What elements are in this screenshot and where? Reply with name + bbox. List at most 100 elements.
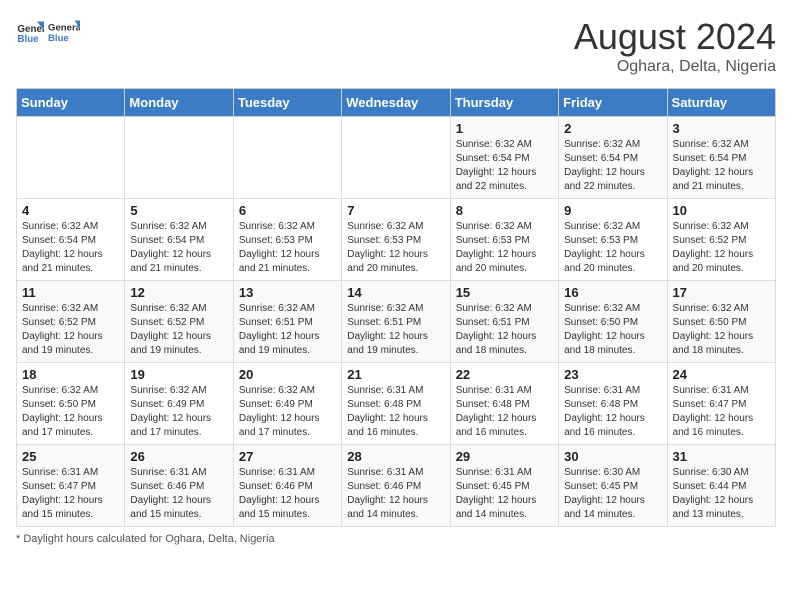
day-info: Sunrise: 6:31 AM Sunset: 6:48 PM Dayligh… bbox=[347, 384, 444, 440]
calendar-week-1: 1Sunrise: 6:32 AM Sunset: 6:54 PM Daylig… bbox=[17, 117, 776, 199]
calendar-cell: 12 Sunrise: 6:32 AM Sunset: 6:52 PM Dayli… bbox=[125, 281, 233, 363]
day-info: Sunrise: 6:32 AM Sunset: 6:54 PM Dayligh… bbox=[22, 220, 119, 276]
calendar-table: Sunday Monday Tuesday Wednesday Thursday… bbox=[16, 88, 776, 527]
day-number: 18 bbox=[22, 367, 119, 382]
calendar-cell: 25Sunrise: 6:31 AM Sunset: 6:47 PM Dayli… bbox=[17, 445, 125, 527]
calendar-cell: 3 Sunrise: 6:32 AM Sunset: 6:54 PM Daylig… bbox=[667, 117, 775, 199]
day-number: 6 bbox=[239, 203, 336, 218]
calendar-week-4: 18Sunrise: 6:32 AM Sunset: 6:50 PM Dayli… bbox=[17, 363, 776, 445]
day-number: 8 bbox=[456, 203, 553, 218]
calendar-cell: 1Sunrise: 6:32 AM Sunset: 6:54 PM Daylig… bbox=[450, 117, 558, 199]
calendar-cell: 20 Sunrise: 6:32 AM Sunset: 6:49 PM Dayli… bbox=[233, 363, 341, 445]
day-number: 9 bbox=[564, 203, 661, 218]
day-number: 7 bbox=[347, 203, 444, 218]
header-saturday: Saturday bbox=[667, 89, 775, 117]
day-number: 20 bbox=[239, 367, 336, 382]
calendar-cell: 21Sunrise: 6:31 AM Sunset: 6:48 PM Dayli… bbox=[342, 363, 450, 445]
logo-bird-icon: General Blue bbox=[48, 16, 80, 48]
day-number: 30 bbox=[564, 449, 661, 464]
calendar-cell: 6 Sunrise: 6:32 AM Sunset: 6:53 PM Daylig… bbox=[233, 199, 341, 281]
day-info: Sunrise: 6:32 AM Sunset: 6:52 PM Dayligh… bbox=[22, 302, 119, 358]
day-info: Sunrise: 6:32 AM Sunset: 6:54 PM Dayligh… bbox=[456, 138, 553, 194]
header-monday: Monday bbox=[125, 89, 233, 117]
calendar-cell: 23 Sunrise: 6:31 AM Sunset: 6:48 PM Dayli… bbox=[559, 363, 667, 445]
calendar-week-2: 4Sunrise: 6:32 AM Sunset: 6:54 PM Daylig… bbox=[17, 199, 776, 281]
day-number: 13 bbox=[239, 285, 336, 300]
day-number: 27 bbox=[239, 449, 336, 464]
day-number: 31 bbox=[673, 449, 770, 464]
page-header: General Blue General Blue August 2024 Og… bbox=[16, 16, 776, 76]
day-info: Sunrise: 6:31 AM Sunset: 6:46 PM Dayligh… bbox=[130, 466, 227, 522]
calendar-header-row: Sunday Monday Tuesday Wednesday Thursday… bbox=[17, 89, 776, 117]
calendar-cell: 30 Sunrise: 6:30 AM Sunset: 6:45 PM Dayli… bbox=[559, 445, 667, 527]
calendar-cell bbox=[342, 117, 450, 199]
footer-note: * Daylight hours calculated for Oghara, … bbox=[16, 533, 776, 545]
calendar-cell: 19 Sunrise: 6:32 AM Sunset: 6:49 PM Dayli… bbox=[125, 363, 233, 445]
day-info: Sunrise: 6:31 AM Sunset: 6:45 PM Dayligh… bbox=[456, 466, 553, 522]
svg-text:Blue: Blue bbox=[17, 34, 39, 45]
logo: General Blue General Blue bbox=[16, 16, 80, 48]
calendar-cell: 2 Sunrise: 6:32 AM Sunset: 6:54 PM Daylig… bbox=[559, 117, 667, 199]
day-info: Sunrise: 6:32 AM Sunset: 6:54 PM Dayligh… bbox=[564, 138, 661, 194]
day-number: 24 bbox=[673, 367, 770, 382]
day-info: Sunrise: 6:32 AM Sunset: 6:52 PM Dayligh… bbox=[673, 220, 770, 276]
calendar-cell: 26 Sunrise: 6:31 AM Sunset: 6:46 PM Dayli… bbox=[125, 445, 233, 527]
day-info: Sunrise: 6:32 AM Sunset: 6:54 PM Dayligh… bbox=[673, 138, 770, 194]
calendar-cell: 9 Sunrise: 6:32 AM Sunset: 6:53 PM Daylig… bbox=[559, 199, 667, 281]
calendar-cell: 10 Sunrise: 6:32 AM Sunset: 6:52 PM Dayli… bbox=[667, 199, 775, 281]
calendar-cell: 11 Sunrise: 6:32 AM Sunset: 6:52 PM Dayli… bbox=[17, 281, 125, 363]
day-info: Sunrise: 6:32 AM Sunset: 6:52 PM Dayligh… bbox=[130, 302, 227, 358]
calendar-cell bbox=[125, 117, 233, 199]
day-info: Sunrise: 6:32 AM Sunset: 6:49 PM Dayligh… bbox=[130, 384, 227, 440]
day-number: 17 bbox=[673, 285, 770, 300]
svg-text:Blue: Blue bbox=[48, 33, 69, 44]
calendar-cell: 17Sunrise: 6:32 AM Sunset: 6:50 PM Dayli… bbox=[667, 281, 775, 363]
header-friday: Friday bbox=[559, 89, 667, 117]
day-info: Sunrise: 6:32 AM Sunset: 6:49 PM Dayligh… bbox=[239, 384, 336, 440]
day-number: 28 bbox=[347, 449, 444, 464]
day-number: 23 bbox=[564, 367, 661, 382]
calendar-week-3: 11 Sunrise: 6:32 AM Sunset: 6:52 PM Dayli… bbox=[17, 281, 776, 363]
day-number: 26 bbox=[130, 449, 227, 464]
calendar-week-5: 25Sunrise: 6:31 AM Sunset: 6:47 PM Dayli… bbox=[17, 445, 776, 527]
day-info: Sunrise: 6:31 AM Sunset: 6:48 PM Dayligh… bbox=[564, 384, 661, 440]
day-number: 29 bbox=[456, 449, 553, 464]
day-number: 5 bbox=[130, 203, 227, 218]
calendar-cell: 13 Sunrise: 6:32 AM Sunset: 6:51 PM Dayli… bbox=[233, 281, 341, 363]
calendar-cell bbox=[233, 117, 341, 199]
day-number: 11 bbox=[22, 285, 119, 300]
day-number: 19 bbox=[130, 367, 227, 382]
month-year-title: August 2024 bbox=[574, 16, 776, 58]
calendar-cell: 24 Sunrise: 6:31 AM Sunset: 6:47 PM Dayli… bbox=[667, 363, 775, 445]
day-number: 16 bbox=[564, 285, 661, 300]
day-info: Sunrise: 6:30 AM Sunset: 6:45 PM Dayligh… bbox=[564, 466, 661, 522]
day-number: 22 bbox=[456, 367, 553, 382]
day-number: 10 bbox=[673, 203, 770, 218]
calendar-cell: 16 Sunrise: 6:32 AM Sunset: 6:50 PM Dayli… bbox=[559, 281, 667, 363]
svg-text:General: General bbox=[48, 23, 80, 34]
calendar-cell: 31 Sunrise: 6:30 AM Sunset: 6:44 PM Dayli… bbox=[667, 445, 775, 527]
day-info: Sunrise: 6:32 AM Sunset: 6:53 PM Dayligh… bbox=[564, 220, 661, 276]
day-info: Sunrise: 6:31 AM Sunset: 6:47 PM Dayligh… bbox=[673, 384, 770, 440]
location-subtitle: Oghara, Delta, Nigeria bbox=[574, 58, 776, 76]
day-info: Sunrise: 6:32 AM Sunset: 6:50 PM Dayligh… bbox=[564, 302, 661, 358]
calendar-cell: 4Sunrise: 6:32 AM Sunset: 6:54 PM Daylig… bbox=[17, 199, 125, 281]
calendar-cell: 7 Sunrise: 6:32 AM Sunset: 6:53 PM Daylig… bbox=[342, 199, 450, 281]
day-number: 3 bbox=[673, 121, 770, 136]
logo-icon: General Blue bbox=[16, 18, 44, 46]
day-info: Sunrise: 6:30 AM Sunset: 6:44 PM Dayligh… bbox=[673, 466, 770, 522]
day-info: Sunrise: 6:32 AM Sunset: 6:53 PM Dayligh… bbox=[239, 220, 336, 276]
day-info: Sunrise: 6:32 AM Sunset: 6:53 PM Dayligh… bbox=[347, 220, 444, 276]
calendar-cell bbox=[17, 117, 125, 199]
header-wednesday: Wednesday bbox=[342, 89, 450, 117]
day-info: Sunrise: 6:31 AM Sunset: 6:48 PM Dayligh… bbox=[456, 384, 553, 440]
day-info: Sunrise: 6:32 AM Sunset: 6:54 PM Dayligh… bbox=[130, 220, 227, 276]
calendar-cell: 15Sunrise: 6:32 AM Sunset: 6:51 PM Dayli… bbox=[450, 281, 558, 363]
day-number: 25 bbox=[22, 449, 119, 464]
day-number: 14 bbox=[347, 285, 444, 300]
day-number: 12 bbox=[130, 285, 227, 300]
calendar-cell: 22 Sunrise: 6:31 AM Sunset: 6:48 PM Dayli… bbox=[450, 363, 558, 445]
day-number: 2 bbox=[564, 121, 661, 136]
day-info: Sunrise: 6:32 AM Sunset: 6:51 PM Dayligh… bbox=[239, 302, 336, 358]
day-info: Sunrise: 6:31 AM Sunset: 6:46 PM Dayligh… bbox=[239, 466, 336, 522]
